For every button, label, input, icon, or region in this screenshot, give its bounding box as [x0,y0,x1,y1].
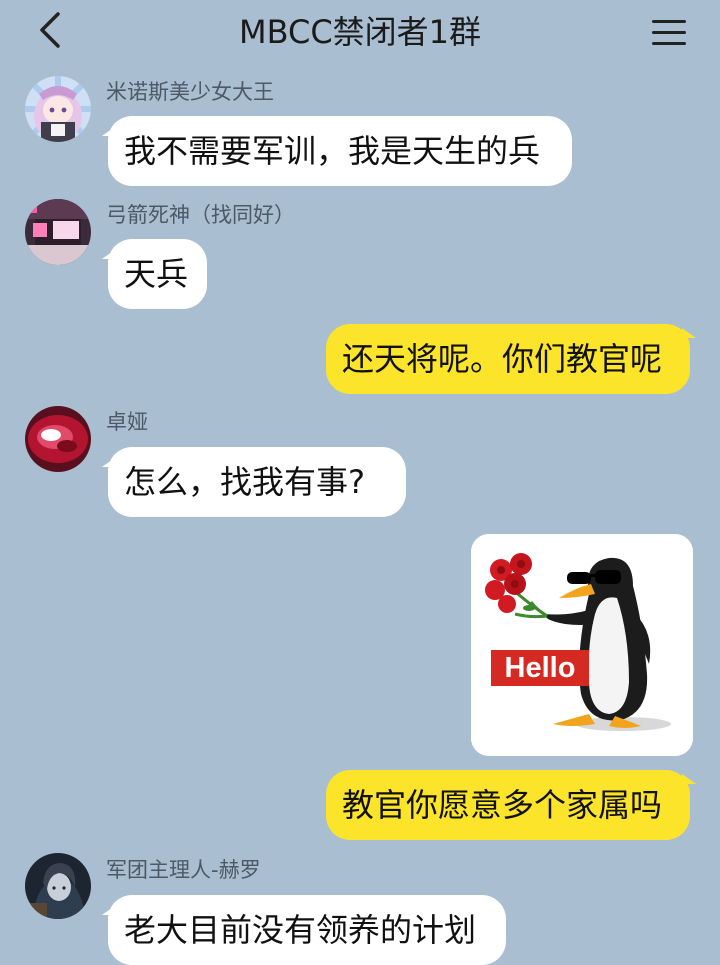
chat-header: MBCC禁闭者1群 [0,0,720,62]
avatar[interactable] [25,199,91,265]
penguin-with-roses-sticker: Hello [471,534,693,756]
sender-name: 卓娅 [106,410,148,434]
message-bubble[interactable]: 老大目前没有领养的计划 [102,895,506,965]
message-bubble[interactable]: 我不需要军训，我是天生的兵 [102,116,572,186]
message-text: 天兵 [124,255,189,293]
avatar[interactable] [25,853,91,919]
message-text: 我不需要军训，我是天生的兵 [124,132,541,170]
message-bubble[interactable]: 还天将呢。你们教官呢 [326,324,696,394]
avatar[interactable] [25,76,91,142]
message-bubble[interactable]: 教官你愿意多个家属吗 [326,770,696,840]
message-bubble[interactable]: 天兵 [102,239,207,309]
message-bubble[interactable]: 怎么，找我有事? [102,447,406,517]
sender-name: 军团主理人-赫罗 [106,858,261,882]
sticker-sign-text: Hello [505,652,576,684]
message-text: 怎么，找我有事? [124,463,365,501]
sender-name: 米诺斯美少女大王 [106,80,274,104]
chat-title: MBCC禁闭者1群 [238,13,482,51]
menu-button[interactable] [650,12,690,52]
sticker-message[interactable]: Hello [471,534,693,756]
sender-name: 弓箭死神（找同好） [106,203,295,227]
message-text: 还天将呢。你们教官呢 [342,340,663,378]
avatar[interactable] [25,406,91,472]
hamburger-menu-icon [652,20,686,23]
message-text: 老大目前没有领养的计划 [124,911,477,949]
message-text: 教官你愿意多个家属吗 [342,786,663,824]
